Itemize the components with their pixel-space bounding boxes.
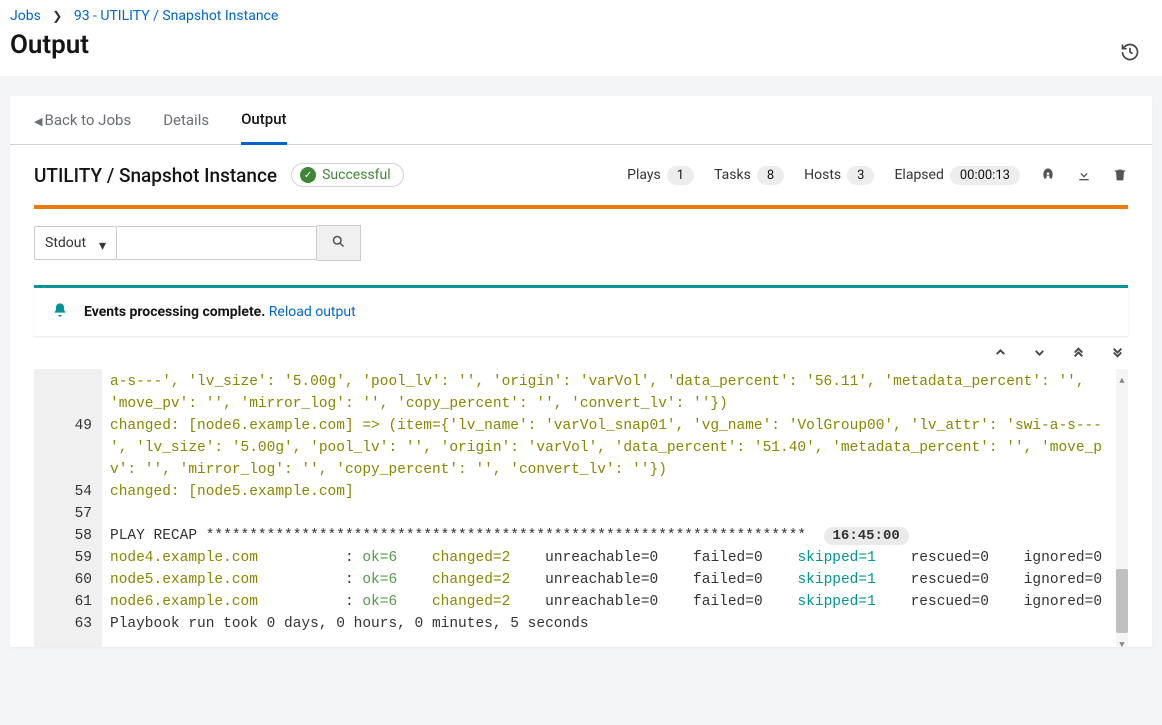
code-line: node5.example.com : ok=6 changed=2 unrea… xyxy=(110,569,1108,591)
breadcrumb-current[interactable]: 93 - UTILITY / Snapshot Instance xyxy=(74,8,278,24)
elapsed-time: 00:00:13 xyxy=(950,166,1020,185)
code-line xyxy=(110,503,1108,525)
hosts-label: Hosts xyxy=(804,167,841,183)
download-icon[interactable] xyxy=(1076,167,1092,183)
alert-text: Events processing complete. Reload outpu… xyxy=(84,304,356,320)
tasks-count: 8 xyxy=(757,166,784,185)
titlebar: UTILITY / Snapshot Instance ✓ Successful… xyxy=(10,145,1152,205)
rocket-icon[interactable] xyxy=(1040,167,1056,183)
plays-label: Plays xyxy=(627,167,661,183)
filter-bar: Stdout ▾ xyxy=(10,209,1152,269)
code-line: node6.example.com : ok=6 changed=2 unrea… xyxy=(110,591,1108,613)
output-card: ◀Back to Jobs Details Output UTILITY / S… xyxy=(10,96,1152,647)
scroll-track[interactable] xyxy=(1116,383,1128,633)
check-icon: ✓ xyxy=(300,167,316,183)
code-line: Playbook run took 0 days, 0 hours, 0 min… xyxy=(110,613,1108,635)
chevron-down-icon[interactable] xyxy=(1033,346,1046,363)
code-line: changed: [node6.example.com] => (item={'… xyxy=(110,415,1108,481)
scroll-thumb[interactable] xyxy=(1116,569,1128,633)
line-number: 59 xyxy=(44,547,92,569)
search-button[interactable] xyxy=(317,225,361,261)
double-chevron-up-icon[interactable] xyxy=(1072,346,1085,363)
status-text: Successful xyxy=(322,167,391,183)
line-number: 63 xyxy=(44,613,92,635)
tasks-label: Tasks xyxy=(714,167,751,183)
hosts-count: 3 xyxy=(847,166,874,185)
job-title: UTILITY / Snapshot Instance xyxy=(34,164,277,187)
breadcrumb: Jobs ❯ 93 - UTILITY / Snapshot Instance xyxy=(10,8,1152,24)
plays-count: 1 xyxy=(667,166,694,185)
scroll-up-arrow-icon[interactable]: ▲ xyxy=(1116,369,1128,383)
line-gutter: 49 54575859606163 xyxy=(34,369,102,647)
scroll-down-arrow-icon[interactable]: ▼ xyxy=(1116,633,1128,647)
trash-icon[interactable] xyxy=(1112,167,1128,183)
output-mode-select[interactable]: Stdout ▾ xyxy=(34,226,117,260)
code-line: a-s---', 'lv_size': '5.00g', 'pool_lv': … xyxy=(110,371,1108,415)
search-input[interactable] xyxy=(117,226,317,260)
bell-icon xyxy=(52,302,68,322)
page-header: Jobs ❯ 93 - UTILITY / Snapshot Instance … xyxy=(0,0,1162,76)
history-icon[interactable] xyxy=(1120,42,1140,66)
chevron-up-icon[interactable] xyxy=(994,346,1007,363)
events-alert: Events processing complete. Reload outpu… xyxy=(34,285,1128,336)
output-console: 49 54575859606163 a-s---', 'lv_size': '5… xyxy=(34,369,1128,647)
scrollbar[interactable]: ▲ ▼ xyxy=(1116,369,1128,647)
line-number: 60 xyxy=(44,569,92,591)
breadcrumb-separator-icon: ❯ xyxy=(52,9,62,23)
page-title: Output xyxy=(10,30,1152,60)
code-line: node4.example.com : ok=6 changed=2 unrea… xyxy=(110,547,1108,569)
scroll-nav xyxy=(10,340,1152,365)
code-line: changed: [node5.example.com] xyxy=(110,481,1108,503)
double-chevron-down-icon[interactable] xyxy=(1111,346,1124,363)
elapsed-label: Elapsed xyxy=(894,167,943,183)
line-number xyxy=(44,371,92,393)
stats-bar: Plays 1 Tasks 8 Hosts 3 Elapsed 00:00:13 xyxy=(627,166,1128,185)
back-to-jobs[interactable]: ◀Back to Jobs xyxy=(34,97,131,143)
line-number: 58 xyxy=(44,525,92,547)
code-line: PLAY RECAP *****************************… xyxy=(110,525,1108,547)
tab-output[interactable]: Output xyxy=(241,96,286,145)
reload-output-link[interactable]: Reload output xyxy=(269,304,356,320)
line-number: 54 xyxy=(44,481,92,503)
timestamp-pill: 16:45:00 xyxy=(824,527,909,545)
line-number: 61 xyxy=(44,591,92,613)
breadcrumb-jobs[interactable]: Jobs xyxy=(10,8,41,24)
tab-details[interactable]: Details xyxy=(163,97,209,143)
caret-down-icon: ▾ xyxy=(99,238,106,254)
status-badge: ✓ Successful xyxy=(291,163,404,187)
tabs: ◀Back to Jobs Details Output xyxy=(10,96,1152,145)
line-number: 49 xyxy=(44,415,92,437)
line-number: 57 xyxy=(44,503,92,525)
code-body[interactable]: a-s---', 'lv_size': '5.00g', 'pool_lv': … xyxy=(102,369,1116,647)
